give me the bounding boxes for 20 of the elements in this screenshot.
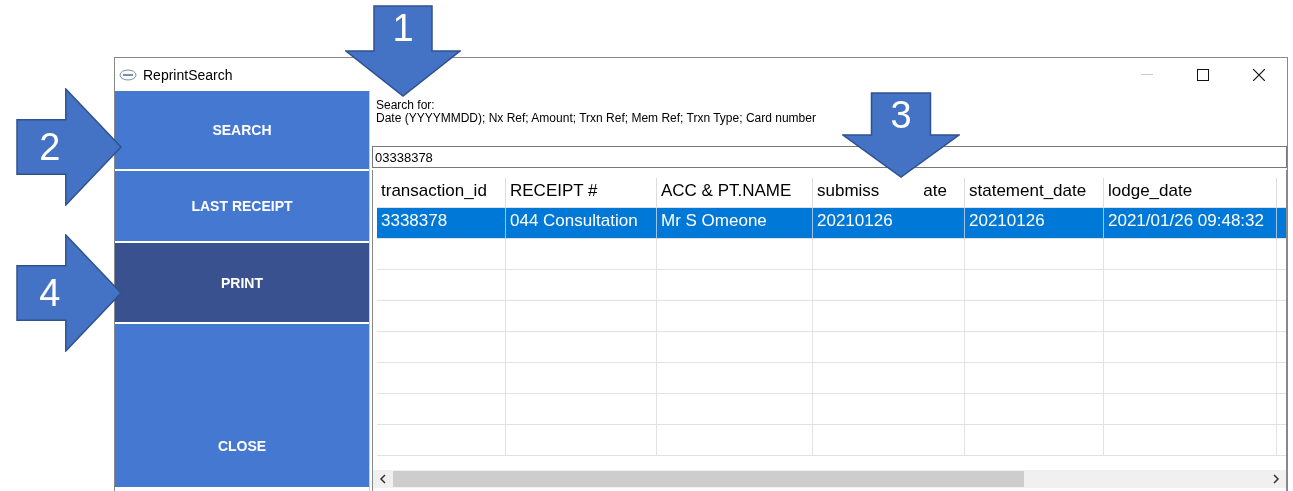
sidebar-button[interactable]: PRINT — [115, 243, 369, 324]
horizontal-scrollbar[interactable] — [373, 470, 1286, 488]
callout-number: 1 — [392, 9, 414, 47]
callout-number: 3 — [890, 96, 912, 134]
callout-number: 2 — [39, 128, 61, 166]
table-row[interactable]: 3338378 044 Consultation Mr S Omeone 20210126 20210126 2021/01/26 09:48:32 — [377, 208, 1286, 239]
sidebar-button[interactable]: LAST RECEIPT — [115, 171, 369, 243]
maximize-icon[interactable] — [1197, 68, 1209, 81]
scroll-left-icon[interactable] — [379, 474, 387, 484]
search-hint: Date (YYYYMMDD); Nx Ref; Amount; Trxn Ref; Mem Ref; Trxn Type; Card number — [376, 112, 816, 125]
scroll-right-icon[interactable] — [1272, 474, 1280, 484]
close-icon[interactable] — [1253, 68, 1265, 81]
callout-number: 4 — [39, 274, 61, 312]
sidebar-button[interactable]: SEARCH — [115, 91, 369, 171]
search-field[interactable]: 03338378 — [372, 146, 1287, 168]
search-hint: Search for: — [376, 99, 435, 112]
sidebar-button[interactable]: CLOSE — [115, 324, 369, 487]
app-logo-icon — [119, 68, 137, 81]
window-title: ReprintSearch — [143, 66, 233, 83]
scrollbar-thumb[interactable] — [393, 471, 1025, 487]
